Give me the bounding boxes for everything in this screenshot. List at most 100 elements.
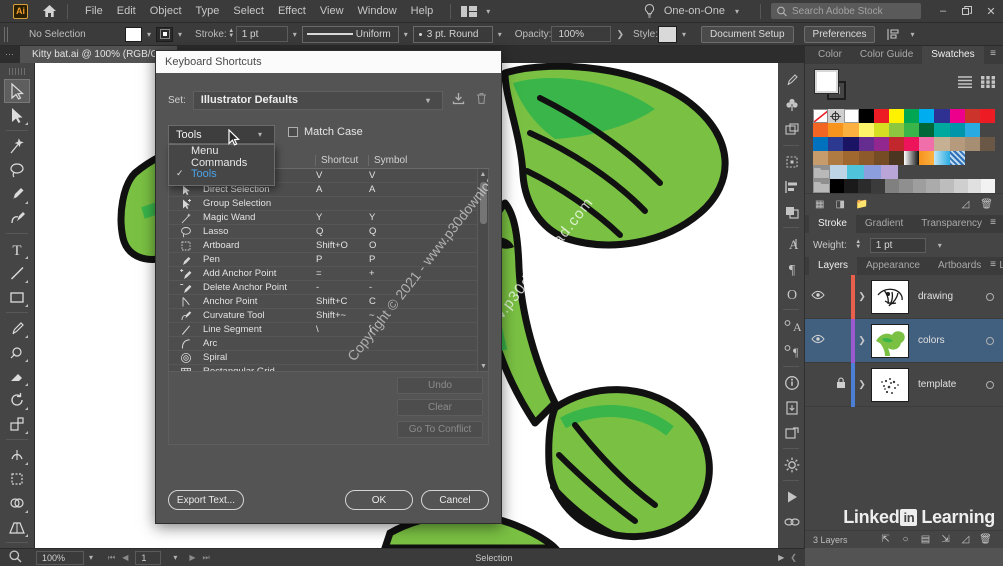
menu-window[interactable]: Window [351, 0, 404, 23]
transform-panel-icon[interactable] [778, 149, 805, 174]
swatch-gradient-orange[interactable] [919, 151, 935, 165]
opentype-panel-icon[interactable]: O [778, 281, 805, 306]
delete-selection-icon[interactable]: 🗑 [976, 534, 996, 545]
swatch-2b2b2b[interactable] [857, 179, 872, 193]
layer-target-indicator[interactable] [977, 332, 1003, 350]
swatch-fbb040[interactable] [843, 123, 859, 137]
new-swatch-icon[interactable]: ◿ [962, 199, 970, 210]
stroke-weight-input[interactable]: 1 pt [235, 26, 288, 42]
swatch-f2f2f2[interactable] [981, 179, 995, 193]
type-tool[interactable]: T [4, 237, 30, 261]
tools-panel-grip[interactable] [9, 68, 25, 75]
libraries-icon[interactable] [778, 509, 805, 534]
swatches-panel-menu-icon[interactable]: ≡ [990, 49, 996, 59]
status-play-icon[interactable]: ▶ [778, 553, 784, 562]
delete-set-icon[interactable] [473, 92, 489, 108]
fill-color-swatch[interactable] [125, 26, 142, 42]
shortcut-row[interactable]: Rectangular Grid [169, 365, 488, 371]
clear-button[interactable]: Clear [397, 399, 483, 416]
swatch-bcd4e6[interactable] [830, 165, 848, 179]
symbols-panel-icon[interactable] [778, 92, 805, 117]
swatch-ababab[interactable] [926, 179, 940, 193]
shortcut-list[interactable]: SelectionVVDirect SelectionAAGroup Selec… [168, 169, 489, 372]
artboard-number-input[interactable]: 1 [135, 550, 162, 565]
tab-stroke[interactable]: Stroke [809, 215, 856, 233]
stroke-profile-select[interactable]: Uniform [301, 25, 399, 43]
graphic-style-swatch[interactable] [658, 25, 678, 43]
swatch-gradient-white-black[interactable] [904, 151, 920, 165]
make-clipping-mask-icon[interactable]: ○ [896, 534, 916, 545]
dropdown-item-tools[interactable]: ✓ Tools [169, 165, 274, 182]
opacity-input[interactable]: 100% [551, 26, 612, 42]
asset-export-icon[interactable] [778, 395, 805, 420]
width-tool[interactable] [4, 443, 30, 467]
previous-artboard-button[interactable]: ◀ [122, 553, 128, 562]
swatch-bdbdbd[interactable] [940, 179, 954, 193]
stroke-weight-panel-input[interactable]: 1 pt [869, 237, 926, 253]
layer-expand-toggle[interactable]: ❯ [855, 291, 869, 302]
swatch-d7df23[interactable] [873, 123, 889, 137]
tab-color-guide[interactable]: Color Guide [851, 46, 922, 64]
swatch-gradient-blue[interactable] [934, 151, 950, 165]
shortcut-row[interactable]: Add Anchor Point = + [169, 267, 488, 281]
menu-file[interactable]: File [78, 0, 110, 23]
tab-layers[interactable]: Layers [809, 257, 858, 275]
rotate-tool[interactable] [4, 388, 30, 412]
swatch-b59a7d[interactable] [949, 137, 965, 151]
swatch-fff200[interactable] [888, 109, 905, 123]
shortcut-row[interactable]: Spiral [169, 351, 488, 365]
arrange-documents-icon[interactable]: ▾ [461, 5, 495, 17]
layer-expand-toggle[interactable]: ❯ [855, 379, 869, 390]
line-segment-tool[interactable] [4, 261, 30, 285]
zoom-level-chevron-icon[interactable]: ▾ [84, 553, 98, 562]
create-new-layer-icon[interactable]: ◿ [956, 534, 976, 545]
locate-object-icon[interactable]: ⇱ [876, 534, 896, 545]
swatch-none[interactable] [813, 109, 829, 123]
curvature-tool[interactable] [4, 206, 30, 230]
brushes-panel-icon[interactable] [778, 67, 805, 92]
shortcut-row[interactable]: Delete Anchor Point - - [169, 281, 488, 295]
document-info-icon[interactable] [778, 370, 805, 395]
swatch-c69c6d[interactable] [813, 151, 829, 165]
swatch-1a1a1a[interactable] [843, 179, 858, 193]
match-case-checkbox[interactable] [288, 127, 298, 137]
menu-type[interactable]: Type [189, 0, 227, 23]
lightbulb-icon[interactable] [642, 3, 658, 19]
menu-select[interactable]: Select [226, 0, 271, 23]
go-to-conflict-button[interactable]: Go To Conflict [397, 421, 483, 438]
swatch-662d91[interactable] [858, 137, 874, 151]
grid-view-icon[interactable] [981, 76, 995, 88]
paintbrush-tool[interactable] [4, 316, 30, 340]
layer-row-colors[interactable]: ❯ colors [805, 318, 1003, 363]
magic-wand-tool[interactable] [4, 134, 30, 158]
pen-tool[interactable] [4, 182, 30, 206]
swatch-f06eaa[interactable] [919, 137, 935, 151]
tab-color[interactable]: Color [809, 46, 851, 64]
actions-gear-icon[interactable] [778, 452, 805, 477]
swatch-c6b094[interactable] [934, 137, 950, 151]
restore-button[interactable] [955, 0, 979, 23]
minimize-button[interactable]: – [931, 0, 955, 23]
cancel-button[interactable]: Cancel [421, 490, 489, 510]
first-artboard-button[interactable]: ⏮ [108, 553, 115, 563]
preferences-button[interactable]: Preferences [803, 25, 876, 43]
stroke-panel-menu-icon[interactable]: ≡ [990, 218, 996, 228]
swatch-0095a8[interactable] [949, 123, 965, 137]
shortcut-row[interactable]: Magic Wand Y Y [169, 211, 488, 225]
zoom-icon[interactable] [0, 549, 30, 566]
workspace-switcher[interactable]: One-on-One ▾ [658, 5, 750, 17]
swatch-b9a5d8[interactable] [881, 165, 899, 179]
fill-chevron-icon[interactable]: ▾ [142, 30, 156, 39]
swatch-e0e0e0[interactable] [967, 179, 982, 193]
layers-panel-menu-icon[interactable]: ≡ [990, 260, 996, 270]
delete-swatch-icon[interactable]: 🗑 [980, 199, 993, 210]
swatch-4b3621[interactable] [888, 151, 905, 165]
direct-selection-tool[interactable] [4, 103, 30, 127]
swatch-2e3192[interactable] [934, 109, 950, 123]
layer-row-template[interactable]: ❯ template [805, 362, 1003, 407]
swatch-registration[interactable] [828, 109, 844, 123]
align-icon[interactable] [887, 28, 901, 41]
fill-indicator[interactable] [814, 69, 839, 94]
tab-transparency[interactable]: Transparency [912, 215, 991, 233]
layer-visibility-toggle[interactable] [805, 334, 831, 347]
